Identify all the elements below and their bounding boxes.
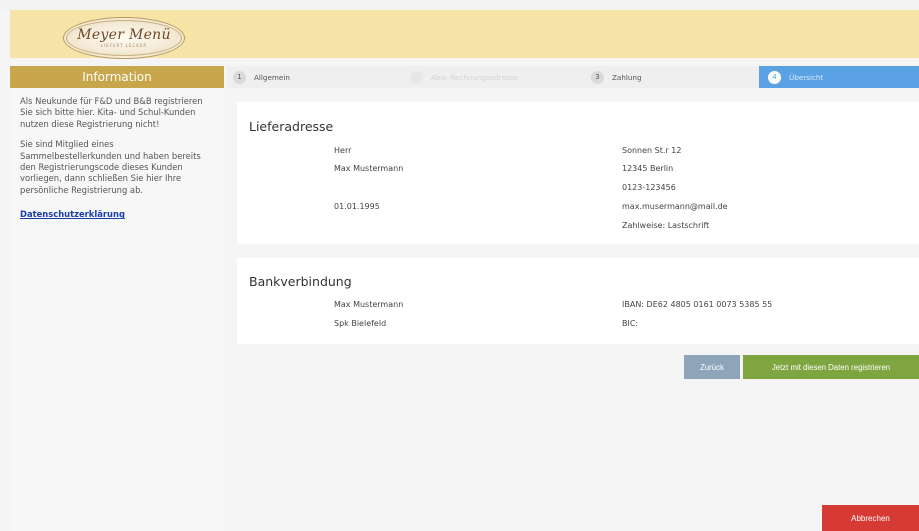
delivery-address-card: Lieferadresse Herr Max Mustermann 01.01.… [237,102,919,244]
salutation: Herr [334,146,352,155]
logo-name: Meyer Menü [77,27,171,43]
payment-method: Zahlweise: Lastschrift [622,221,710,230]
delivery-address-title: Lieferadresse [249,119,334,134]
privacy-policy-link[interactable]: Datenschutzerklärung [20,209,214,219]
sidebar-text-group-member: Sie sind Mitglied eines Sammelbestellerk… [20,139,201,195]
step-label: Allgemein [254,72,290,82]
sidebar-title: Information [10,66,224,88]
bank-details-card: Bankverbindung Max Mustermann Spk Bielef… [237,258,919,344]
phone: 0123-123456 [622,183,676,192]
cancel-button[interactable]: Abbrechen [822,505,919,531]
step-label: Zahlung [612,72,642,82]
step-number: 4 [768,70,781,84]
bank-name: Spk Bielefeld [334,319,387,328]
birthdate: 01.01.1995 [334,202,380,211]
brand-logo[interactable]: Meyer Menü LIEFERT LECKER [66,20,182,56]
step-zahlung[interactable]: 3 Zahlung [589,66,749,88]
step-label: Übersicht [789,72,824,82]
account-holder: Max Mustermann [334,300,404,309]
email: max.musermann@mail.de [622,202,728,211]
register-button[interactable]: Jetzt mit diesen Daten registrieren [743,355,919,379]
information-sidebar: Information Als Neukunde für F&D und B&B… [10,66,224,531]
step-label: Abw. Rechnungsadresse [431,72,518,82]
header-bar: Meyer Menü LIEFERT LECKER [10,10,919,58]
step-number: 3 [591,70,604,84]
street: Sonnen St.r 12 [622,146,682,155]
city: 12345 Berlin [622,164,674,173]
customer-name: Max Mustermann [334,164,404,173]
step-number: 2 [410,70,423,84]
step-uebersicht[interactable]: 4 Übersicht [759,66,919,88]
step-allgemein[interactable]: 1 Allgemein [227,66,402,88]
bic: BIC: [622,319,639,328]
back-button[interactable]: Zurück [684,355,740,379]
sidebar-text-new-customer: Als Neukunde für F&D und B&B registriere… [20,96,203,129]
bank-details-title: Bankverbindung [249,274,352,289]
iban: IBAN: DE62 4805 0161 0073 5385 55 [622,300,773,309]
registration-steps: 1 Allgemein 2 Abw. Rechnungsadresse 3 Za… [227,66,919,88]
step-number: 1 [233,70,246,84]
top-strip [0,0,919,10]
step-billing-address: 2 Abw. Rechnungsadresse [408,66,583,88]
logo-tagline: LIEFERT LECKER [100,43,148,48]
